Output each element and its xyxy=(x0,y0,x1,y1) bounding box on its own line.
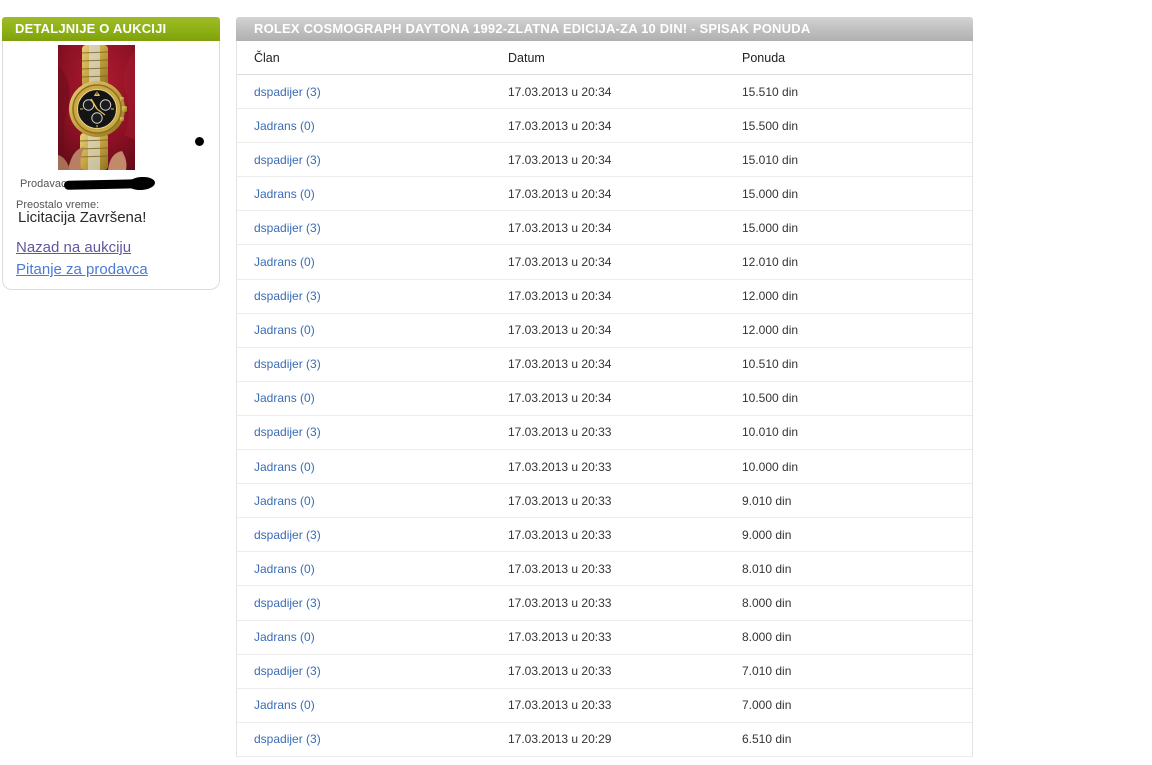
auction-item-photo[interactable] xyxy=(58,45,135,170)
bid-date: 17.03.2013 u 20:33 xyxy=(508,630,612,645)
member-link[interactable]: Jadrans (0) xyxy=(254,562,315,576)
bid-date: 17.03.2013 u 20:33 xyxy=(508,561,612,576)
member-link[interactable]: dspadijer (3) xyxy=(254,664,321,678)
bid-amount: 10.510 din xyxy=(742,357,799,372)
bid-row: dspadijer (3) 17.03.2013 u 20:34 15.010 … xyxy=(237,143,972,178)
bid-row: Jadrans (0) 17.03.2013 u 20:33 10.000 di… xyxy=(237,450,972,485)
watch-bracelet-bottom xyxy=(79,133,109,170)
bid-date: 17.03.2013 u 20:29 xyxy=(508,732,612,747)
bid-amount: 9.010 din xyxy=(742,493,792,508)
bid-date: 17.03.2013 u 20:34 xyxy=(508,255,612,270)
bid-row: Jadrans (0) 17.03.2013 u 20:34 15.000 di… xyxy=(237,177,972,212)
bid-row: dspadijer (3) 17.03.2013 u 20:34 10.510 … xyxy=(237,348,972,382)
member-link[interactable]: Jadrans (0) xyxy=(254,323,315,337)
seller-label: Prodavac: xyxy=(20,178,70,190)
bid-row: dspadijer (3) 17.03.2013 u 20:34 12.000 … xyxy=(237,280,972,314)
column-header-bid: Ponuda xyxy=(742,50,786,65)
bid-date: 17.03.2013 u 20:33 xyxy=(508,527,612,542)
bid-date: 17.03.2013 u 20:34 xyxy=(508,84,612,99)
bid-row: dspadijer (3) 17.03.2013 u 20:34 15.510 … xyxy=(237,75,972,110)
member-link[interactable]: Jadrans (0) xyxy=(254,630,315,644)
bid-date: 17.03.2013 u 20:34 xyxy=(508,152,612,167)
column-header-date: Datum xyxy=(508,50,545,65)
bid-row: Jadrans (0) 17.03.2013 u 20:33 7.000 din xyxy=(237,689,972,723)
bid-amount: 8.000 din xyxy=(742,595,792,610)
bid-amount: 10.010 din xyxy=(742,425,799,440)
watch-bracelet-top xyxy=(81,45,109,87)
bid-row: Jadrans (0) 17.03.2013 u 20:34 12.000 di… xyxy=(237,314,972,348)
bid-row: Jadrans (0) 17.03.2013 u 20:33 8.010 din xyxy=(237,552,972,587)
member-link[interactable]: Jadrans (0) xyxy=(254,255,315,269)
member-link[interactable]: Jadrans (0) xyxy=(254,494,315,508)
bid-row: dspadijer (3) 17.03.2013 u 20:33 10.010 … xyxy=(237,416,972,451)
bid-row: dspadijer (3) 17.03.2013 u 20:33 7.010 d… xyxy=(237,655,972,689)
bid-date: 17.03.2013 u 20:34 xyxy=(508,323,612,338)
sidebar-header: DETALJNIJE O AUKCIJI xyxy=(2,17,220,41)
bid-date: 17.03.2013 u 20:33 xyxy=(508,459,612,474)
bid-date: 17.03.2013 u 20:34 xyxy=(508,118,612,133)
bid-date: 17.03.2013 u 20:34 xyxy=(508,289,612,304)
bid-table-header-row: Član Datum Ponuda xyxy=(237,41,972,75)
bid-table: Član Datum Ponuda dspadijer (3) 17.03.20… xyxy=(236,41,973,757)
bid-amount: 10.000 din xyxy=(742,459,799,474)
member-link[interactable]: dspadijer (3) xyxy=(254,221,321,235)
bid-row: Jadrans (0) 17.03.2013 u 20:34 10.500 di… xyxy=(237,382,972,416)
bid-date: 17.03.2013 u 20:34 xyxy=(508,220,612,235)
member-link[interactable]: dspadijer (3) xyxy=(254,596,321,610)
bid-row: dspadijer (3) 17.03.2013 u 20:34 15.000 … xyxy=(237,211,972,246)
bid-list-title-bar: ROLEX COSMOGRAPH DAYTONA 1992-ZLATNA EDI… xyxy=(236,17,973,41)
bid-amount: 12.010 din xyxy=(742,255,799,270)
member-link[interactable]: dspadijer (3) xyxy=(254,357,321,371)
bid-amount: 15.010 din xyxy=(742,152,799,167)
auction-finished-text: Licitacija Završena! xyxy=(18,209,147,226)
bid-amount: 12.000 din xyxy=(742,323,799,338)
bid-row: dspadijer (3) 17.03.2013 u 20:33 8.000 d… xyxy=(237,586,972,621)
bid-date: 17.03.2013 u 20:34 xyxy=(508,391,612,406)
bid-date: 17.03.2013 u 20:33 xyxy=(508,595,612,610)
bid-amount: 15.000 din xyxy=(742,220,799,235)
bid-row: Jadrans (0) 17.03.2013 u 20:34 12.010 di… xyxy=(237,245,972,280)
bid-amount: 9.000 din xyxy=(742,527,792,542)
bid-amount: 7.010 din xyxy=(742,664,792,679)
bid-date: 17.03.2013 u 20:33 xyxy=(508,425,612,440)
auction-bids-page: { "sidebar": { "header": "DETALJNIJE O A… xyxy=(0,0,1152,765)
bid-date: 17.03.2013 u 20:33 xyxy=(508,698,612,713)
bid-date: 17.03.2013 u 20:33 xyxy=(508,493,612,508)
bid-table-body: dspadijer (3) 17.03.2013 u 20:34 15.510 … xyxy=(237,75,972,757)
redaction-dot xyxy=(195,137,204,146)
bid-row: Jadrans (0) 17.03.2013 u 20:33 9.010 din xyxy=(237,484,972,519)
bid-row: Jadrans (0) 17.03.2013 u 20:33 8.000 din xyxy=(237,621,972,655)
bid-amount: 15.510 din xyxy=(742,84,799,99)
member-link[interactable]: Jadrans (0) xyxy=(254,187,315,201)
bid-amount: 15.500 din xyxy=(742,118,799,133)
question-for-seller-link[interactable]: Pitanje za prodavca xyxy=(16,261,148,278)
bid-date: 17.03.2013 u 20:33 xyxy=(508,664,612,679)
bid-row: Jadrans (0) 17.03.2013 u 20:34 15.500 di… xyxy=(237,109,972,144)
bid-amount: 15.000 din xyxy=(742,186,799,201)
member-link[interactable]: Jadrans (0) xyxy=(254,460,315,474)
column-header-member: Član xyxy=(254,50,280,65)
member-link[interactable]: dspadijer (3) xyxy=(254,153,321,167)
bid-date: 17.03.2013 u 20:34 xyxy=(508,357,612,372)
member-link[interactable]: Jadrans (0) xyxy=(254,119,315,133)
member-link[interactable]: dspadijer (3) xyxy=(254,528,321,542)
bid-amount: 8.010 din xyxy=(742,561,792,576)
member-link[interactable]: dspadijer (3) xyxy=(254,425,321,439)
bid-row: dspadijer (3) 17.03.2013 u 20:33 9.000 d… xyxy=(237,518,972,553)
member-link[interactable]: dspadijer (3) xyxy=(254,289,321,303)
member-link[interactable]: dspadijer (3) xyxy=(254,85,321,99)
back-to-auction-link[interactable]: Nazad na aukciju xyxy=(16,239,131,256)
member-link[interactable]: dspadijer (3) xyxy=(254,732,321,746)
bid-row: dspadijer (3) 17.03.2013 u 20:29 6.510 d… xyxy=(237,723,972,757)
member-link[interactable]: Jadrans (0) xyxy=(254,391,315,405)
bid-amount: 6.510 din xyxy=(742,732,792,747)
bid-amount: 12.000 din xyxy=(742,289,799,304)
bid-amount: 8.000 din xyxy=(742,630,792,645)
member-link[interactable]: Jadrans (0) xyxy=(254,698,315,712)
bid-amount: 7.000 din xyxy=(742,698,792,713)
bid-amount: 10.500 din xyxy=(742,391,799,406)
bid-date: 17.03.2013 u 20:34 xyxy=(508,186,612,201)
